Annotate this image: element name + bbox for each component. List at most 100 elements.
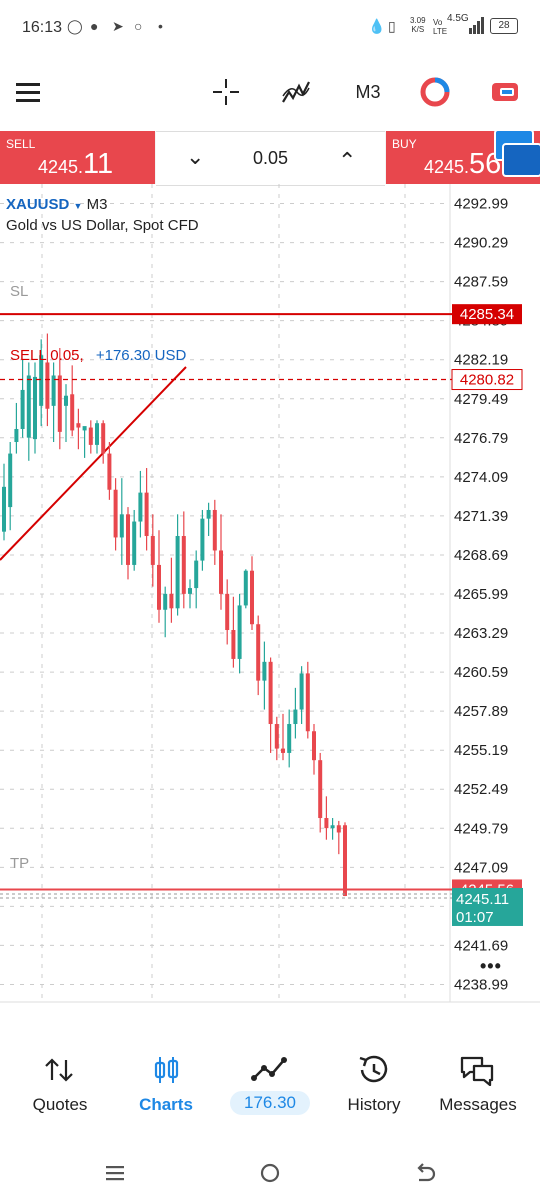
candle-body [212, 509, 217, 551]
candle-body [70, 394, 75, 431]
dot-icon: • [158, 18, 163, 34]
nav-history-label: History [347, 1095, 401, 1114]
home-icon[interactable] [259, 1162, 281, 1184]
y-tick-label: 4255.19 [454, 742, 508, 759]
candle-body [256, 624, 261, 681]
y-tick-label: 4249.79 [454, 820, 508, 837]
candle-body [237, 605, 242, 659]
y-tick-label: 4287.59 [454, 274, 508, 291]
y-tick-label: 4290.29 [454, 235, 508, 252]
candle-body [231, 630, 236, 659]
new-order-icon[interactable] [488, 76, 522, 108]
nav-charts[interactable]: Charts [112, 1040, 220, 1130]
nav-history[interactable]: History [320, 1040, 428, 1130]
y-tick-label: 4279.49 [454, 391, 508, 408]
symbol-description: Gold vs US Dollar, Spot CFD [6, 217, 199, 234]
candle-body [113, 489, 118, 538]
symbol-dropdown-icon[interactable]: ▼ [74, 201, 83, 211]
more-options-icon[interactable]: ••• [480, 956, 502, 977]
candle-body [8, 453, 13, 508]
lot-increase-button[interactable]: ⌃ [338, 148, 356, 174]
candle-body [281, 748, 285, 753]
quotes-icon [45, 1058, 73, 1082]
candle-body [318, 760, 323, 819]
lot-size-control: ⌄ 0.05 ⌃ [156, 131, 385, 186]
drop-icon: 💧 [368, 18, 386, 34]
candle-body [287, 724, 292, 753]
candle-body [206, 509, 211, 519]
price-chart[interactable]: 4292.994290.294287.594284.894282.194279.… [0, 184, 540, 1004]
sl-price-label: 4285.34 [460, 306, 514, 323]
candle-body [119, 514, 124, 538]
candle-body [45, 362, 50, 409]
profit-badge: 176.30 [230, 1091, 310, 1115]
candle-body [2, 486, 6, 532]
indicators-icon[interactable] [280, 76, 312, 108]
candle-body [243, 570, 248, 606]
candle-body [88, 427, 93, 445]
one-click-trading-icon[interactable] [418, 76, 452, 108]
y-tick-label: 4247.09 [454, 859, 508, 876]
candle-body [138, 492, 143, 522]
net-speed: 3.09 K/S [410, 16, 426, 34]
candle-body [219, 550, 223, 594]
nav-trade[interactable]: 176.30 [216, 1040, 324, 1130]
trade-icon [251, 1057, 287, 1081]
chart-canvas[interactable]: 4292.994290.294287.594284.894282.194279.… [0, 184, 540, 1004]
sync-icon: ○ [134, 18, 143, 34]
candle-body [188, 588, 192, 594]
candle-body [14, 428, 19, 443]
candle-body [262, 661, 267, 681]
buy-price: 4245.56 [424, 148, 502, 180]
candle-body [126, 514, 130, 565]
y-tick-label: 4238.99 [454, 976, 508, 993]
bottom-navigation: Quotes Charts 176.30 History Messages [0, 1040, 540, 1130]
back-icon[interactable] [414, 1162, 436, 1184]
messages-icon [460, 1056, 494, 1086]
candle-body [20, 389, 25, 429]
candle-body [76, 423, 81, 428]
timeframe-button[interactable]: M3 [348, 76, 388, 108]
candle-body [225, 593, 230, 631]
nav-messages[interactable]: Messages [424, 1040, 532, 1130]
tp-label: TP [10, 855, 30, 872]
status-time: 16:13 [22, 19, 63, 36]
y-tick-label: 4241.69 [454, 937, 508, 954]
vibrate-icon: ▯ [388, 18, 396, 34]
candle-body [299, 673, 304, 710]
sl-label: SL [10, 283, 29, 300]
symbol-header[interactable]: XAUUSD ▼ M3 [6, 196, 107, 213]
signal-label: 4.5G [447, 13, 469, 24]
y-tick-label: 4257.89 [454, 703, 508, 720]
nav-quotes[interactable]: Quotes [6, 1040, 114, 1130]
volte-label: Vo LTE [433, 18, 448, 36]
history-icon [359, 1055, 388, 1083]
order-price-label: 4280.82 [460, 372, 514, 389]
crosshair-icon[interactable] [210, 76, 242, 108]
system-navigation-bar [0, 1150, 540, 1200]
symbol-timeframe: M3 [86, 196, 108, 213]
candle-body [82, 426, 87, 431]
status-bar: 16:13 ◯ ● ➤ ○ • 💧 ▯ 3.09 K/S Vo LTE 4.5G … [0, 0, 540, 56]
sell-button[interactable]: SELL 4245.11 [0, 131, 155, 184]
sell-label: SELL [6, 137, 36, 151]
y-tick-label: 4271.39 [454, 508, 508, 525]
candle-body [95, 423, 99, 445]
candle-body [57, 375, 62, 432]
y-tick-label: 4274.09 [454, 469, 508, 486]
nav-messages-label: Messages [439, 1095, 517, 1114]
y-tick-label: 4260.59 [454, 664, 508, 681]
symbol-name[interactable]: XAUUSD [6, 196, 69, 213]
menu-icon[interactable] [12, 76, 44, 108]
candle-body [64, 395, 68, 406]
order-label[interactable]: SELL 0.05, +176.30 USD [10, 347, 186, 364]
window-overlay-icon-front [502, 143, 540, 177]
candle-body [181, 536, 186, 594]
recent-apps-icon[interactable] [104, 1162, 126, 1184]
candle-body [150, 536, 155, 565]
y-tick-label: 4252.49 [454, 781, 508, 798]
y-tick-label: 4265.99 [454, 586, 508, 603]
one-click-trade-panel: SELL 4245.11 ⌄ 0.05 ⌃ BUY 4245.56 [0, 129, 540, 186]
candle-body [107, 453, 112, 490]
signal-icon [469, 17, 484, 34]
